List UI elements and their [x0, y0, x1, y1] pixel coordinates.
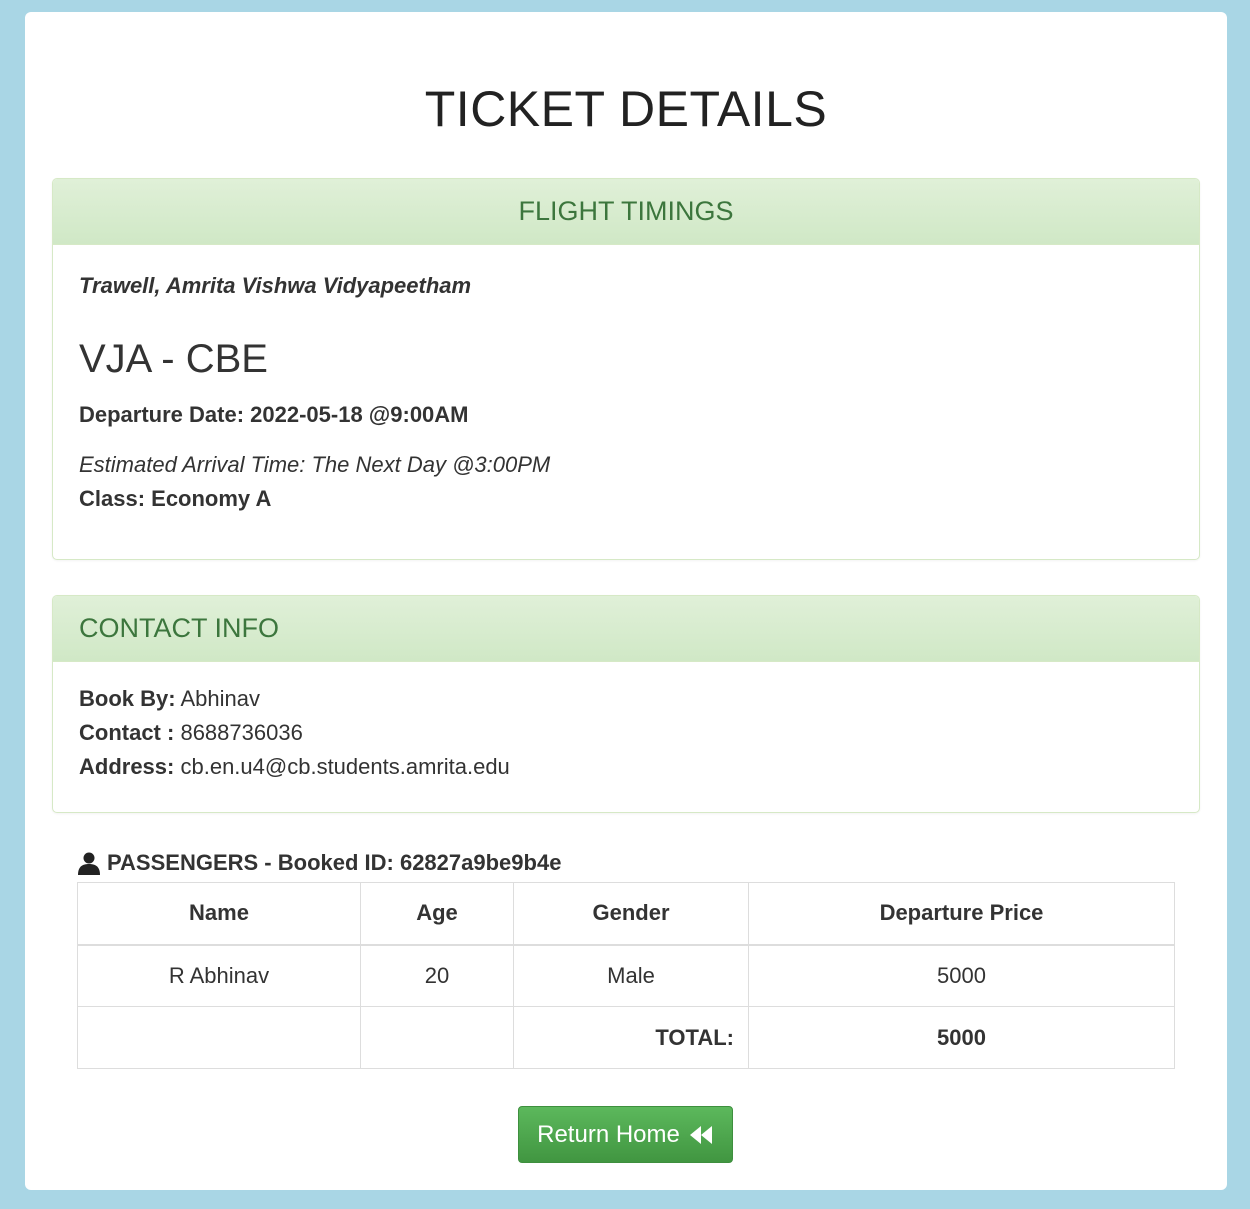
ticket-card: TICKET DETAILS FLIGHT TIMINGS Trawell, A… [25, 12, 1227, 1190]
table-header-row: Name Age Gender Departure Price [77, 882, 1175, 946]
column-header-name: Name [77, 882, 361, 946]
passengers-heading-text: PASSENGERS - Booked ID: 62827a9be9b4e [107, 850, 562, 875]
return-home-label: Return Home [537, 1120, 680, 1148]
column-header-gender: Gender [513, 882, 749, 946]
total-label: TOTAL: [513, 1006, 749, 1069]
arrival-time: Estimated Arrival Time: The Next Day @3:… [79, 452, 551, 477]
total-value: 5000 [748, 1006, 1175, 1069]
passenger-name: R Abhinav [77, 944, 361, 1007]
passengers-heading: PASSENGERS - Booked ID: 62827a9be9b4e [77, 850, 561, 876]
column-header-age: Age [360, 882, 514, 946]
passenger-gender: Male [513, 944, 749, 1007]
user-icon [78, 852, 100, 875]
contact-info-heading: CONTACT INFO [53, 596, 1199, 662]
organization-name: Trawell, Amrita Vishwa Vidyapeetham [79, 273, 472, 298]
flight-timings-panel: FLIGHT TIMINGS Trawell, Amrita Vishwa Vi… [52, 178, 1200, 560]
travel-class: Class: Economy A [79, 486, 272, 511]
total-empty-cell [77, 1006, 361, 1069]
passenger-age: 20 [360, 944, 514, 1007]
address-label: Address: [79, 754, 175, 779]
departure-date: Departure Date: 2022-05-18 @9:00AM [79, 402, 469, 427]
contact-line: Contact : 8688736036 [79, 720, 303, 746]
total-row: TOTAL: 5000 [77, 1006, 1175, 1069]
table-row: R Abhinav 20 Male 5000 [77, 944, 1175, 1007]
return-home-button[interactable]: Return Home [518, 1106, 733, 1163]
contact-info-panel: CONTACT INFO Book By: Abhinav Contact : … [52, 595, 1200, 813]
passengers-table: Name Age Gender Departure Price R Abhina… [77, 882, 1175, 1069]
flight-route: VJA - CBE [79, 337, 268, 381]
address-line: Address: cb.en.u4@cb.students.amrita.edu [79, 754, 510, 780]
rewind-icon [689, 1125, 712, 1144]
passenger-price: 5000 [748, 944, 1175, 1007]
book-by-line: Book By: Abhinav [79, 686, 260, 712]
column-header-departure-price: Departure Price [748, 882, 1175, 946]
book-by-label: Book By: [79, 686, 176, 711]
address-value: cb.en.u4@cb.students.amrita.edu [180, 754, 510, 779]
page-title: TICKET DETAILS [424, 81, 828, 137]
flight-timings-heading: FLIGHT TIMINGS [53, 179, 1199, 245]
book-by-value: Abhinav [180, 686, 260, 711]
contact-value: 8688736036 [180, 720, 303, 745]
total-empty-cell [360, 1006, 514, 1069]
contact-label: Contact : [79, 720, 175, 745]
